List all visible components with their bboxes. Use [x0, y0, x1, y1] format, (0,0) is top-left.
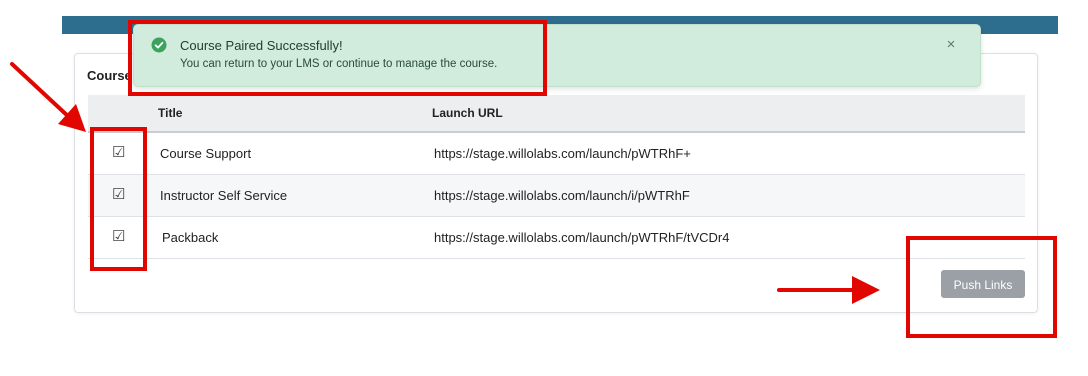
table-row: ☑ Course Support https://stage.willolabs…: [88, 133, 1025, 175]
table-row: ☑ Packback https://stage.willolabs.com/l…: [88, 217, 1025, 259]
annotation-box-push-button: [906, 236, 1057, 338]
row-title: Packback: [162, 230, 219, 245]
row-launch-url: https://stage.willolabs.com/launch/i/pWT…: [434, 188, 690, 203]
card-title: Course: [87, 68, 132, 83]
column-header-launch-url: Launch URL: [432, 106, 503, 120]
row-title: Instructor Self Service: [160, 188, 288, 203]
annotation-box-toast: [128, 20, 547, 96]
table-header: Title Launch URL: [88, 95, 1025, 133]
row-title: Course Support: [160, 146, 252, 161]
column-header-title: Title: [158, 106, 183, 120]
table-row: ☑ Instructor Self Service https://stage.…: [88, 175, 1025, 217]
annotation-box-checkboxes: [90, 127, 147, 271]
row-launch-url: https://stage.willolabs.com/launch/pWTRh…: [434, 146, 691, 161]
close-icon[interactable]: ×: [943, 37, 959, 53]
row-launch-url: https://stage.willolabs.com/launch/pWTRh…: [434, 230, 730, 245]
